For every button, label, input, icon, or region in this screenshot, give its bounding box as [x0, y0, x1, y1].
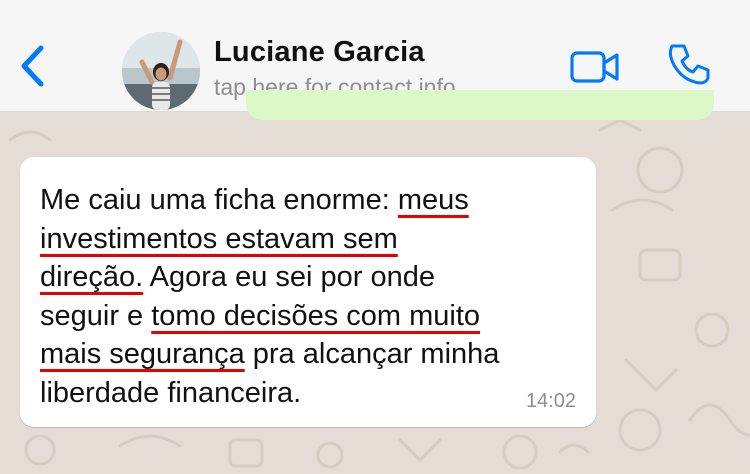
underlined-text: direção. [40, 261, 144, 293]
chevron-left-icon [21, 45, 44, 87]
underlined-text: meus [397, 184, 469, 216]
message-line: investimentos estavam sem [40, 220, 580, 259]
previous-outgoing-message [246, 90, 714, 120]
incoming-message-bubble[interactable]: Me caiu uma ficha enorme: meus investimen… [20, 157, 596, 427]
underlined-text: investimentos estavam sem [40, 222, 398, 255]
message-text-segment: seguir e [40, 299, 152, 332]
message-line: direção. Agora eu sei por onde [40, 258, 580, 297]
avatar-photo [122, 32, 200, 110]
message-line: liberdade financeira. [40, 374, 580, 413]
contact-avatar[interactable] [122, 32, 200, 110]
underlined-text: tomo decisões com muito [151, 299, 481, 332]
message-time: 14:02 [525, 390, 576, 412]
message-text-segment: Me caiu uma ficha enorme: [40, 184, 398, 216]
back-button[interactable] [10, 38, 54, 94]
message-text-segment: liberdade financeira. [40, 376, 302, 409]
video-camera-icon [570, 51, 619, 83]
phone-icon [668, 44, 710, 85]
message-line: Me caiu uma ficha enorme: meus [40, 181, 580, 220]
contact-name[interactable]: Luciane Garcia [214, 36, 425, 69]
message-text: Me caiu uma ficha enorme: meus investimen… [40, 181, 580, 412]
message-text-segment: Agora eu sei por onde [143, 261, 435, 293]
message-text-segment: pra alcançar minha [244, 338, 500, 370]
message-line: seguir e tomo decisões com muito [40, 297, 580, 336]
voice-call-button[interactable] [664, 40, 714, 90]
underlined-text: mais segurança [40, 338, 245, 370]
message-line: mais segurança pra alcançar minha [40, 335, 580, 374]
video-call-button[interactable] [566, 46, 624, 88]
